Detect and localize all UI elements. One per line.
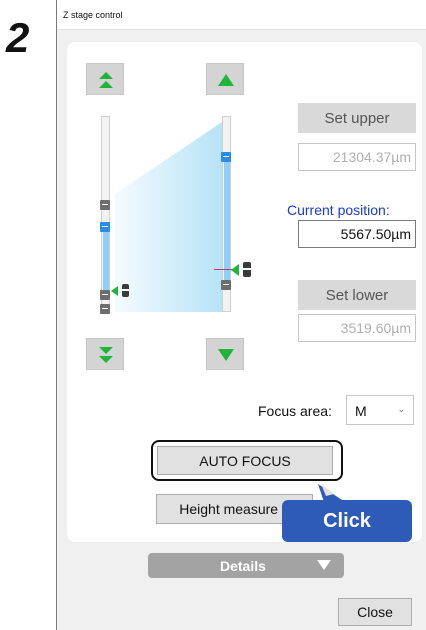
focus-area-label: Focus area: [258,403,332,419]
objective-lens-icon [111,284,129,297]
set-lower-button[interactable]: Set lower [298,280,416,310]
down-arrow-icon [218,349,234,361]
step-number: 2 [6,14,30,61]
right-rail-fill [224,154,230,280]
double-down-arrow-icon [99,347,113,363]
details-toggle[interactable]: Details [148,553,344,578]
upper-limit-value: 21304.37µm [298,143,416,171]
chevron-down-icon: ⌄ [397,404,405,414]
left-current-marker[interactable] [100,222,110,232]
left-bottom-marker[interactable] [100,304,110,314]
set-upper-button[interactable]: Set upper [298,103,416,133]
current-position-label: Current position: [287,202,390,218]
step-down-fast-button[interactable] [86,338,124,370]
objective-lens-icon [231,262,251,277]
focus-area-value: M [355,403,367,419]
triangle-down-icon [317,560,331,570]
step-down-button[interactable] [206,338,244,370]
current-position-field[interactable]: 5567.50µm [298,220,416,248]
left-rail-fill [103,226,109,290]
auto-focus-button[interactable]: AUTO FOCUS [157,446,333,475]
focus-area-select[interactable]: M ⌄ [346,395,414,425]
close-button[interactable]: Close [338,598,412,626]
control-panel: Set upper 21304.37µm Current position: 5… [67,42,422,542]
details-label: Details [220,558,266,574]
window-title: Z stage control [63,10,123,20]
right-lower-marker[interactable] [221,280,231,290]
left-lower-marker[interactable] [100,290,110,300]
lower-limit-value: 3519.60µm [298,314,416,342]
click-callout: Click [282,500,412,542]
right-upper-marker[interactable] [221,152,231,162]
title-bar: Z stage control [57,0,426,30]
stage-range-visual [115,120,225,312]
left-upper-marker[interactable] [100,200,110,210]
